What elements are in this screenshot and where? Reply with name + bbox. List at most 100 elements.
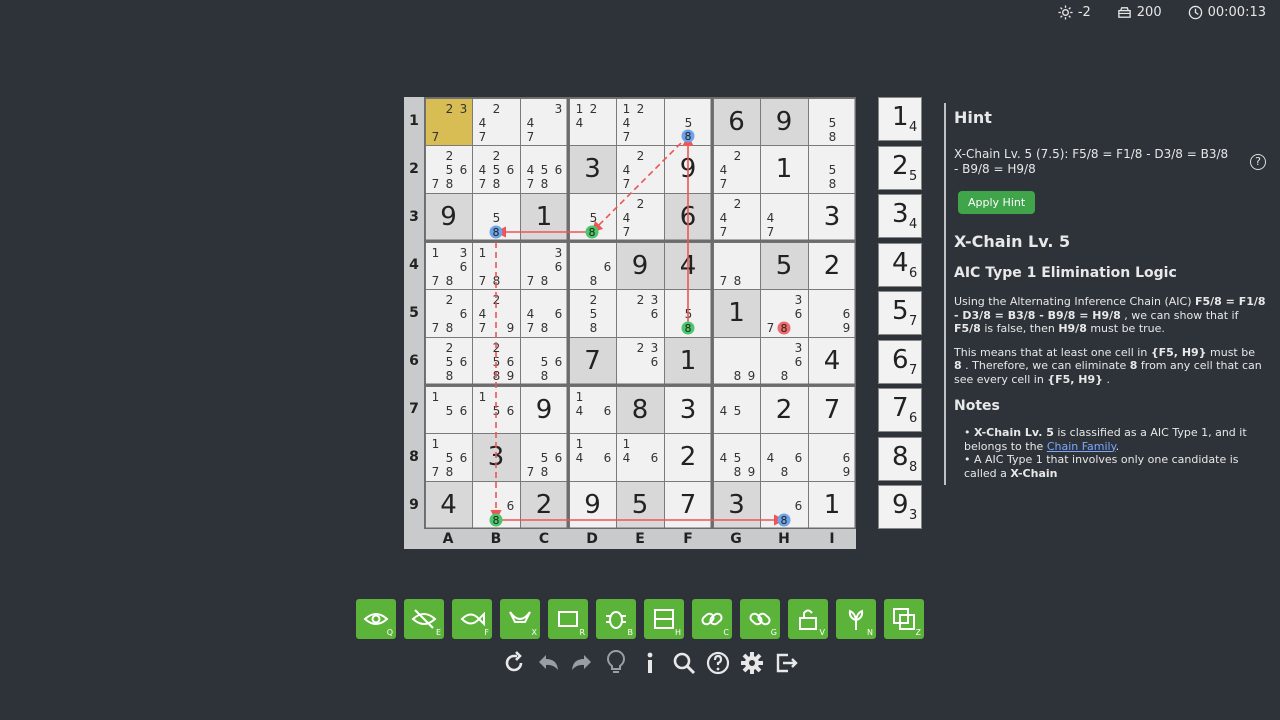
cell-F2[interactable]: 9: [664, 145, 712, 193]
digit-count-8[interactable]: 88: [878, 436, 922, 481]
cell-B4[interactable]: 178: [472, 242, 520, 289]
cell-B6[interactable]: 25689: [472, 337, 520, 385]
cell-I2[interactable]: 58: [808, 145, 856, 193]
cell-G4[interactable]: 78: [713, 242, 760, 289]
help-button[interactable]: [704, 648, 732, 678]
cell-E7[interactable]: 8: [616, 386, 664, 433]
cell-C4[interactable]: 3678: [520, 242, 568, 289]
cell-H3[interactable]: 47: [760, 193, 808, 241]
cell-A1[interactable]: 237: [425, 98, 472, 145]
cell-A6[interactable]: 2568: [425, 337, 472, 385]
tool-button-x[interactable]: X: [500, 599, 540, 639]
cell-E8[interactable]: 14 6: [616, 433, 664, 481]
cell-E5[interactable]: 236: [616, 289, 664, 337]
cell-A5[interactable]: 2678: [425, 289, 472, 337]
cell-I3[interactable]: 3: [808, 193, 856, 241]
tool-button-r[interactable]: R: [548, 599, 588, 639]
cell-H5[interactable]: 3678: [760, 289, 808, 337]
cell-C1[interactable]: 3 47: [520, 98, 568, 145]
tool-button-n[interactable]: N: [836, 599, 876, 639]
undo-button[interactable]: [534, 648, 562, 678]
cell-H8[interactable]: 4 68: [760, 433, 808, 481]
cell-E3[interactable]: 247: [616, 193, 664, 241]
cell-G1[interactable]: 6: [713, 98, 760, 145]
cell-A7[interactable]: 156: [425, 386, 472, 433]
tool-button-g[interactable]: G: [740, 599, 780, 639]
cell-E2[interactable]: 247: [616, 145, 664, 193]
cell-H1[interactable]: 9: [760, 98, 808, 145]
tool-button-b[interactable]: B: [596, 599, 636, 639]
cell-I6[interactable]: 4: [808, 337, 856, 385]
cell-D4[interactable]: 68: [569, 242, 616, 289]
tool-button-z[interactable]: Z: [884, 599, 924, 639]
cell-E9[interactable]: 5: [616, 481, 664, 529]
cell-G9[interactable]: 3: [713, 481, 760, 529]
tool-button-c[interactable]: C: [692, 599, 732, 639]
cell-B8[interactable]: 3: [472, 433, 520, 481]
chain-family-link[interactable]: Chain Family: [1047, 440, 1116, 453]
cell-A3[interactable]: 9: [425, 193, 472, 241]
cell-F1[interactable]: 58: [664, 98, 712, 145]
digit-count-6[interactable]: 67: [878, 339, 922, 384]
settings-button[interactable]: [738, 648, 766, 678]
redo-button[interactable]: [568, 648, 596, 678]
cell-D1[interactable]: 124: [569, 98, 616, 145]
question-icon[interactable]: ?: [1250, 154, 1266, 170]
cell-D7[interactable]: 14 6: [569, 386, 616, 433]
cell-C5[interactable]: 4678: [520, 289, 568, 337]
cell-F3[interactable]: 6: [664, 193, 712, 241]
cell-E6[interactable]: 236: [616, 337, 664, 385]
cell-G8[interactable]: 4589: [713, 433, 760, 481]
tool-button-q[interactable]: Q: [356, 599, 396, 639]
cell-A4[interactable]: 13678: [425, 242, 472, 289]
cell-D9[interactable]: 9: [569, 481, 616, 529]
cell-G5[interactable]: 1: [713, 289, 760, 337]
cell-H6[interactable]: 368: [760, 337, 808, 385]
cell-B1[interactable]: 247: [472, 98, 520, 145]
cell-C8[interactable]: 5678: [520, 433, 568, 481]
search-button[interactable]: [670, 648, 698, 678]
cell-E4[interactable]: 9: [616, 242, 664, 289]
cell-C7[interactable]: 9: [520, 386, 568, 433]
info-button[interactable]: [636, 648, 664, 678]
digit-count-2[interactable]: 25: [878, 145, 922, 190]
cell-G6[interactable]: 89: [713, 337, 760, 385]
cell-F5[interactable]: 58: [664, 289, 712, 337]
cell-E1[interactable]: 1247: [616, 98, 664, 145]
cell-D3[interactable]: 58: [569, 193, 616, 241]
cell-A2[interactable]: 25678: [425, 145, 472, 193]
digit-count-4[interactable]: 46: [878, 242, 922, 287]
cell-F7[interactable]: 3: [664, 386, 712, 433]
cell-A9[interactable]: 4: [425, 481, 472, 529]
cell-I5[interactable]: 69: [808, 289, 856, 337]
cell-A8[interactable]: 15678: [425, 433, 472, 481]
cell-H9[interactable]: 68: [760, 481, 808, 529]
cell-I8[interactable]: 69: [808, 433, 856, 481]
apply-hint-button[interactable]: Apply Hint: [958, 191, 1036, 214]
tool-button-e[interactable]: E: [404, 599, 444, 639]
cell-H2[interactable]: 1: [760, 145, 808, 193]
digit-count-1[interactable]: 14: [878, 97, 922, 141]
cell-I9[interactable]: 1: [808, 481, 856, 529]
cell-I1[interactable]: 58: [808, 98, 856, 145]
cell-F9[interactable]: 7: [664, 481, 712, 529]
exit-button[interactable]: [772, 648, 800, 678]
digit-count-7[interactable]: 76: [878, 388, 922, 432]
cell-H7[interactable]: 2: [760, 386, 808, 433]
cell-H4[interactable]: 5: [760, 242, 808, 289]
tool-button-f[interactable]: F: [452, 599, 492, 639]
cell-F4[interactable]: 4: [664, 242, 712, 289]
cell-G2[interactable]: 247: [713, 145, 760, 193]
digit-count-5[interactable]: 57: [878, 291, 922, 335]
cell-I7[interactable]: 7: [808, 386, 856, 433]
tool-button-v[interactable]: V: [788, 599, 828, 639]
cell-C6[interactable]: 568: [520, 337, 568, 385]
cell-D5[interactable]: 258: [569, 289, 616, 337]
cell-C3[interactable]: 1: [520, 193, 568, 241]
cell-F8[interactable]: 2: [664, 433, 712, 481]
cell-G7[interactable]: 45: [713, 386, 760, 433]
cell-B2[interactable]: 245678: [472, 145, 520, 193]
cell-I4[interactable]: 2: [808, 242, 856, 289]
cell-C9[interactable]: 2: [520, 481, 568, 529]
digit-count-3[interactable]: 34: [878, 194, 922, 238]
